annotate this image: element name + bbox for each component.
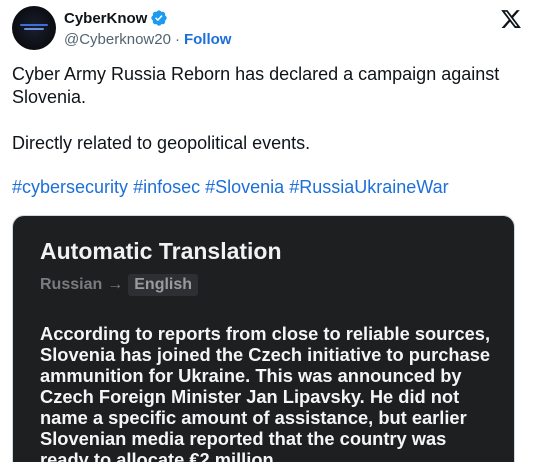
verified-badge-icon	[151, 10, 168, 26]
hashtag-list: #cybersecurity #infosec #Slovenia #Russi…	[12, 176, 522, 199]
translation-body: According to reports from close to relia…	[40, 323, 491, 462]
hashtag-link[interactable]: #infosec	[133, 177, 200, 197]
source-language: Russian	[40, 276, 103, 293]
author-name-row: CyberKnow	[64, 8, 168, 28]
x-logo-icon[interactable]	[500, 8, 522, 30]
language-row: Russian → English	[40, 274, 199, 296]
author-handle-row: @Cyberknow20 · Follow	[64, 29, 231, 49]
author-handle[interactable]: @Cyberknow20	[64, 31, 171, 48]
target-language: English	[128, 274, 199, 296]
attached-image[interactable]: Automatic Translation Russian → English …	[12, 215, 515, 462]
tweet-paragraph-1: Cyber Army Russia Reborn has declared a …	[12, 64, 500, 107]
hashtag-link[interactable]: #RussiaUkraineWar	[289, 177, 448, 197]
hashtag-link[interactable]: #cybersecurity	[12, 177, 128, 197]
avatar[interactable]	[12, 6, 56, 50]
follow-button[interactable]: Follow	[184, 31, 232, 48]
hashtag-link[interactable]: #Slovenia	[205, 177, 284, 197]
avatar-logo-mark	[20, 24, 48, 31]
separator-dot: ·	[174, 30, 180, 48]
tweet-text: Cyber Army Russia Reborn has declared a …	[12, 63, 522, 199]
tweet-header: CyberKnow @Cyberknow20 · Follow	[12, 6, 522, 50]
translation-title: Automatic Translation	[40, 238, 282, 264]
author-display-name[interactable]: CyberKnow	[64, 10, 147, 27]
arrow-right-icon: →	[107, 276, 124, 293]
tweet-paragraph-2: Directly related to geopolitical events.	[12, 133, 311, 153]
